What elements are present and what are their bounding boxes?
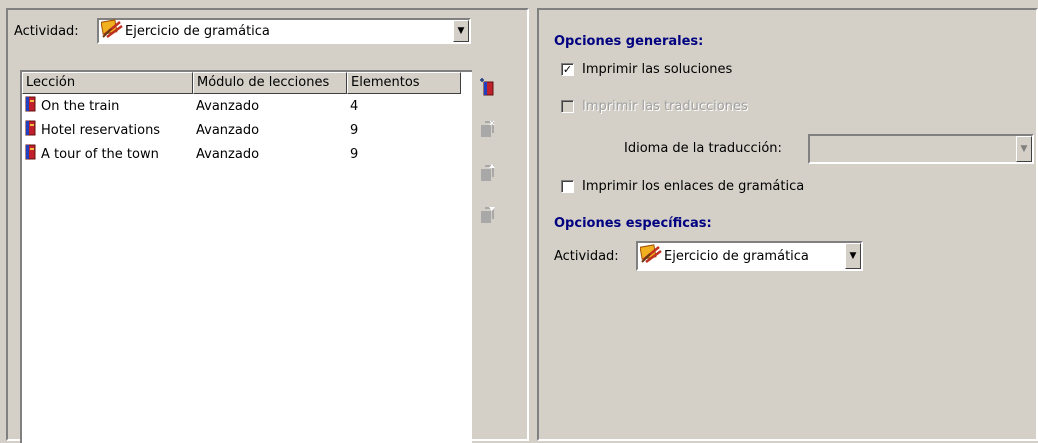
table-row[interactable]: Hotel reservations Avanzado 9 [22, 118, 472, 142]
book-icon [25, 144, 37, 164]
specific-options-heading: Opciones específicas: [554, 216, 712, 231]
print-grammar-links-checkbox[interactable]: Imprimir los enlaces de gramática [561, 179, 804, 194]
panel-splitter[interactable] [529, 0, 537, 441]
checkbox-box[interactable] [561, 180, 574, 193]
activity-select-value: Ejercicio de gramática [125, 23, 270, 39]
table-header: Lección Módulo de lecciones Elementos [22, 72, 472, 94]
add-lesson-icon[interactable] [476, 76, 498, 98]
activity-select[interactable]: Ejercicio de gramática ▼ [97, 18, 471, 44]
column-header-modulo[interactable]: Módulo de lecciones [193, 72, 347, 94]
print-grammar-links-label: Imprimir los enlaces de gramática [582, 179, 805, 194]
print-solutions-label: Imprimir las soluciones [582, 62, 733, 77]
book-icon [25, 96, 37, 116]
grammar-exercise-icon [100, 19, 123, 43]
print-solutions-checkbox[interactable]: ✓ Imprimir las soluciones [561, 62, 732, 77]
lesson-table: Lección Módulo de lecciones Elementos On… [20, 70, 472, 443]
lesson-name: A tour of the town [41, 146, 159, 162]
column-header-elementos[interactable]: Elementos [347, 72, 461, 94]
column-header-leccion[interactable]: Lección [22, 72, 193, 94]
activity-label: Actividad: [14, 24, 79, 39]
lesson-module: Avanzado [196, 122, 260, 138]
grammar-exercise-icon [639, 244, 662, 268]
print-translations-label: Imprimir las traducciones [582, 99, 748, 114]
translation-language-select: ▼ [808, 134, 1034, 164]
move-up-icon[interactable] [476, 162, 498, 184]
lesson-module: Avanzado [196, 146, 260, 162]
checkbox-box[interactable]: ✓ [561, 63, 574, 76]
book-icon [25, 120, 37, 140]
chevron-down-icon[interactable]: ▼ [453, 20, 469, 42]
chevron-down-icon: ▼ [1016, 136, 1032, 162]
table-row[interactable]: A tour of the town Avanzado 9 [22, 142, 472, 166]
translation-language-label: Idioma de la traducción: [624, 141, 782, 156]
lesson-elements: 9 [350, 146, 359, 162]
lesson-elements: 4 [350, 98, 359, 114]
chevron-down-icon[interactable]: ▼ [845, 243, 861, 269]
checkbox-box [561, 100, 574, 113]
options-panel: Opciones generales: ✓ Imprimir las soluc… [537, 8, 1038, 441]
remove-lesson-icon[interactable] [476, 118, 498, 140]
lesson-module: Avanzado [196, 98, 260, 114]
print-translations-checkbox: Imprimir las traducciones [561, 99, 748, 114]
specific-activity-select[interactable]: Ejercicio de gramática ▼ [636, 241, 863, 271]
lesson-panel: Actividad: Ejercicio de gramática ▼ Lecc… [6, 8, 529, 443]
activity-label: Actividad: [554, 249, 619, 264]
lesson-name: On the train [41, 98, 120, 114]
lesson-name: Hotel reservations [41, 122, 161, 138]
move-down-icon[interactable] [476, 204, 498, 226]
table-row[interactable]: On the train Avanzado 4 [22, 94, 472, 118]
general-options-heading: Opciones generales: [554, 34, 704, 49]
specific-activity-value: Ejercicio de gramática [664, 248, 809, 264]
lesson-elements: 9 [350, 122, 359, 138]
